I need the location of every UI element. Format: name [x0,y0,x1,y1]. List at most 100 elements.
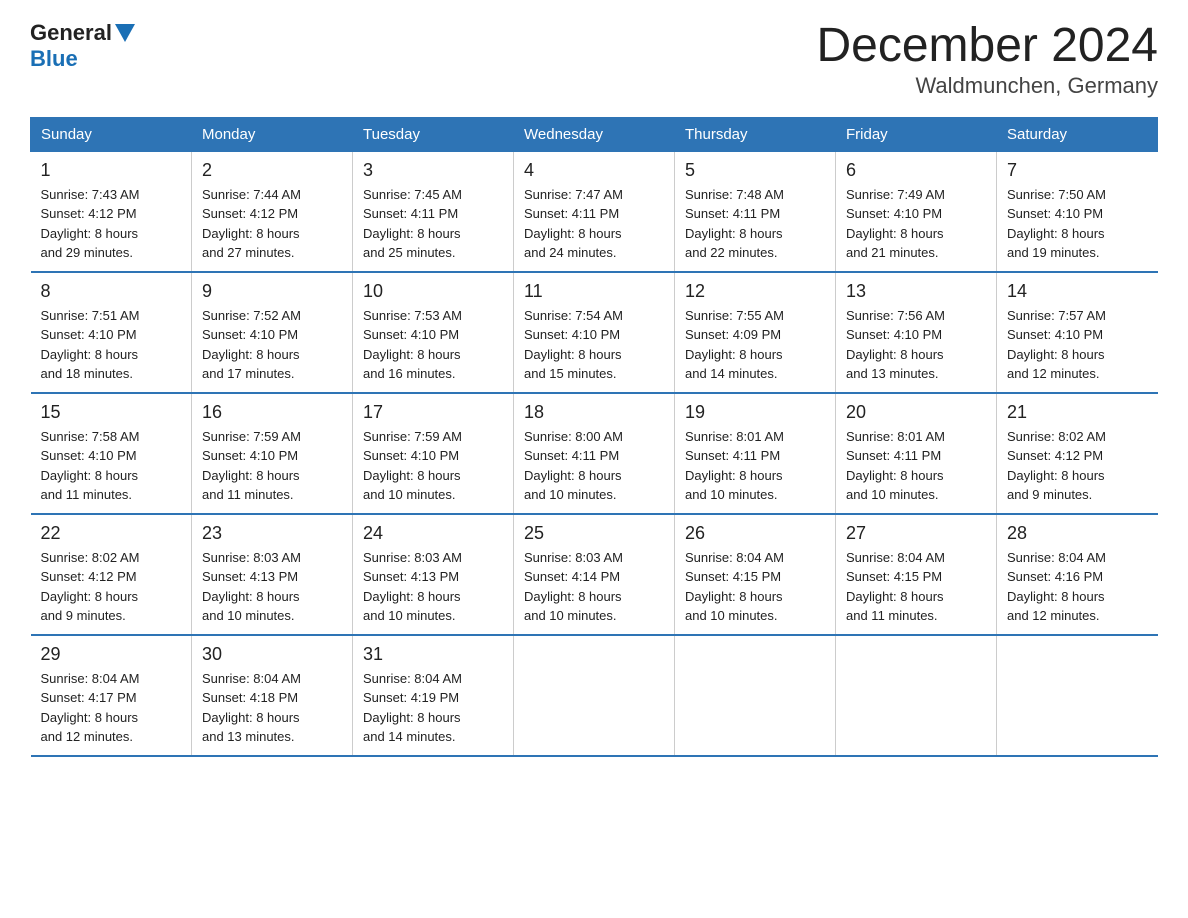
page-title: December 2024 [816,20,1158,73]
calendar-cell: 12 Sunrise: 7:55 AM Sunset: 4:09 PM Dayl… [675,272,836,393]
calendar-cell: 5 Sunrise: 7:48 AM Sunset: 4:11 PM Dayli… [675,151,836,272]
day-number: 25 [524,523,664,544]
day-info: Sunrise: 8:00 AM Sunset: 4:11 PM Dayligh… [524,427,664,505]
day-number: 27 [846,523,986,544]
calendar-cell [997,635,1158,756]
day-info: Sunrise: 8:02 AM Sunset: 4:12 PM Dayligh… [1007,427,1148,505]
calendar-cell: 29 Sunrise: 8:04 AM Sunset: 4:17 PM Dayl… [31,635,192,756]
day-info: Sunrise: 8:02 AM Sunset: 4:12 PM Dayligh… [41,548,182,626]
logo: General Blue [30,20,138,72]
calendar-cell: 26 Sunrise: 8:04 AM Sunset: 4:15 PM Dayl… [675,514,836,635]
day-info: Sunrise: 8:03 AM Sunset: 4:13 PM Dayligh… [202,548,342,626]
calendar-cell: 18 Sunrise: 8:00 AM Sunset: 4:11 PM Dayl… [514,393,675,514]
day-info: Sunrise: 7:43 AM Sunset: 4:12 PM Dayligh… [41,185,182,263]
day-number: 7 [1007,160,1148,181]
calendar-cell: 3 Sunrise: 7:45 AM Sunset: 4:11 PM Dayli… [353,151,514,272]
calendar-week-row: 29 Sunrise: 8:04 AM Sunset: 4:17 PM Dayl… [31,635,1158,756]
day-number: 22 [41,523,182,544]
calendar-cell: 9 Sunrise: 7:52 AM Sunset: 4:10 PM Dayli… [192,272,353,393]
calendar-cell: 31 Sunrise: 8:04 AM Sunset: 4:19 PM Dayl… [353,635,514,756]
logo-blue-text: Blue [30,46,78,71]
day-number: 10 [363,281,503,302]
day-info: Sunrise: 7:44 AM Sunset: 4:12 PM Dayligh… [202,185,342,263]
day-number: 23 [202,523,342,544]
calendar-week-row: 15 Sunrise: 7:58 AM Sunset: 4:10 PM Dayl… [31,393,1158,514]
weekday-header-tuesday: Tuesday [353,117,514,151]
day-number: 13 [846,281,986,302]
day-number: 26 [685,523,825,544]
calendar-week-row: 8 Sunrise: 7:51 AM Sunset: 4:10 PM Dayli… [31,272,1158,393]
calendar-cell: 22 Sunrise: 8:02 AM Sunset: 4:12 PM Dayl… [31,514,192,635]
calendar-cell: 24 Sunrise: 8:03 AM Sunset: 4:13 PM Dayl… [353,514,514,635]
day-info: Sunrise: 7:59 AM Sunset: 4:10 PM Dayligh… [202,427,342,505]
day-info: Sunrise: 7:55 AM Sunset: 4:09 PM Dayligh… [685,306,825,384]
weekday-header-wednesday: Wednesday [514,117,675,151]
day-info: Sunrise: 7:48 AM Sunset: 4:11 PM Dayligh… [685,185,825,263]
day-number: 18 [524,402,664,423]
day-info: Sunrise: 8:03 AM Sunset: 4:14 PM Dayligh… [524,548,664,626]
calendar-cell: 13 Sunrise: 7:56 AM Sunset: 4:10 PM Dayl… [836,272,997,393]
day-number: 20 [846,402,986,423]
day-info: Sunrise: 7:51 AM Sunset: 4:10 PM Dayligh… [41,306,182,384]
weekday-header-thursday: Thursday [675,117,836,151]
day-info: Sunrise: 7:56 AM Sunset: 4:10 PM Dayligh… [846,306,986,384]
calendar-cell: 7 Sunrise: 7:50 AM Sunset: 4:10 PM Dayli… [997,151,1158,272]
page-header: General Blue December 2024 Waldmunchen, … [30,20,1158,99]
title-block: December 2024 Waldmunchen, Germany [816,20,1158,99]
weekday-header-friday: Friday [836,117,997,151]
day-info: Sunrise: 7:52 AM Sunset: 4:10 PM Dayligh… [202,306,342,384]
calendar-cell: 20 Sunrise: 8:01 AM Sunset: 4:11 PM Dayl… [836,393,997,514]
day-info: Sunrise: 7:58 AM Sunset: 4:10 PM Dayligh… [41,427,182,505]
calendar-cell: 15 Sunrise: 7:58 AM Sunset: 4:10 PM Dayl… [31,393,192,514]
calendar-cell: 23 Sunrise: 8:03 AM Sunset: 4:13 PM Dayl… [192,514,353,635]
day-number: 28 [1007,523,1148,544]
day-info: Sunrise: 8:04 AM Sunset: 4:19 PM Dayligh… [363,669,503,747]
day-number: 2 [202,160,342,181]
calendar-week-row: 22 Sunrise: 8:02 AM Sunset: 4:12 PM Dayl… [31,514,1158,635]
weekday-header-sunday: Sunday [31,117,192,151]
day-number: 8 [41,281,182,302]
calendar-cell: 25 Sunrise: 8:03 AM Sunset: 4:14 PM Dayl… [514,514,675,635]
day-number: 5 [685,160,825,181]
page-subtitle: Waldmunchen, Germany [816,73,1158,99]
calendar-cell: 16 Sunrise: 7:59 AM Sunset: 4:10 PM Dayl… [192,393,353,514]
day-number: 21 [1007,402,1148,423]
calendar-cell [836,635,997,756]
weekday-header-saturday: Saturday [997,117,1158,151]
day-number: 19 [685,402,825,423]
day-info: Sunrise: 8:03 AM Sunset: 4:13 PM Dayligh… [363,548,503,626]
weekday-header-monday: Monday [192,117,353,151]
calendar-cell [514,635,675,756]
calendar-week-row: 1 Sunrise: 7:43 AM Sunset: 4:12 PM Dayli… [31,151,1158,272]
day-number: 4 [524,160,664,181]
day-info: Sunrise: 7:50 AM Sunset: 4:10 PM Dayligh… [1007,185,1148,263]
weekday-header-row: SundayMondayTuesdayWednesdayThursdayFrid… [31,117,1158,151]
day-number: 1 [41,160,182,181]
calendar-cell: 27 Sunrise: 8:04 AM Sunset: 4:15 PM Dayl… [836,514,997,635]
day-number: 14 [1007,281,1148,302]
day-info: Sunrise: 8:04 AM Sunset: 4:15 PM Dayligh… [685,548,825,626]
day-number: 17 [363,402,503,423]
day-number: 16 [202,402,342,423]
day-info: Sunrise: 7:45 AM Sunset: 4:11 PM Dayligh… [363,185,503,263]
day-info: Sunrise: 8:04 AM Sunset: 4:16 PM Dayligh… [1007,548,1148,626]
day-number: 6 [846,160,986,181]
logo-general-text: General [30,20,112,46]
calendar-cell: 2 Sunrise: 7:44 AM Sunset: 4:12 PM Dayli… [192,151,353,272]
calendar-cell: 19 Sunrise: 8:01 AM Sunset: 4:11 PM Dayl… [675,393,836,514]
calendar-cell: 6 Sunrise: 7:49 AM Sunset: 4:10 PM Dayli… [836,151,997,272]
day-info: Sunrise: 8:04 AM Sunset: 4:15 PM Dayligh… [846,548,986,626]
day-info: Sunrise: 7:59 AM Sunset: 4:10 PM Dayligh… [363,427,503,505]
day-info: Sunrise: 7:57 AM Sunset: 4:10 PM Dayligh… [1007,306,1148,384]
day-info: Sunrise: 8:04 AM Sunset: 4:17 PM Dayligh… [41,669,182,747]
day-number: 3 [363,160,503,181]
calendar-cell [675,635,836,756]
day-number: 30 [202,644,342,665]
day-number: 9 [202,281,342,302]
day-number: 31 [363,644,503,665]
logo-triangle-icon [115,24,135,42]
day-info: Sunrise: 7:53 AM Sunset: 4:10 PM Dayligh… [363,306,503,384]
day-info: Sunrise: 8:01 AM Sunset: 4:11 PM Dayligh… [685,427,825,505]
day-info: Sunrise: 8:01 AM Sunset: 4:11 PM Dayligh… [846,427,986,505]
calendar-cell: 28 Sunrise: 8:04 AM Sunset: 4:16 PM Dayl… [997,514,1158,635]
